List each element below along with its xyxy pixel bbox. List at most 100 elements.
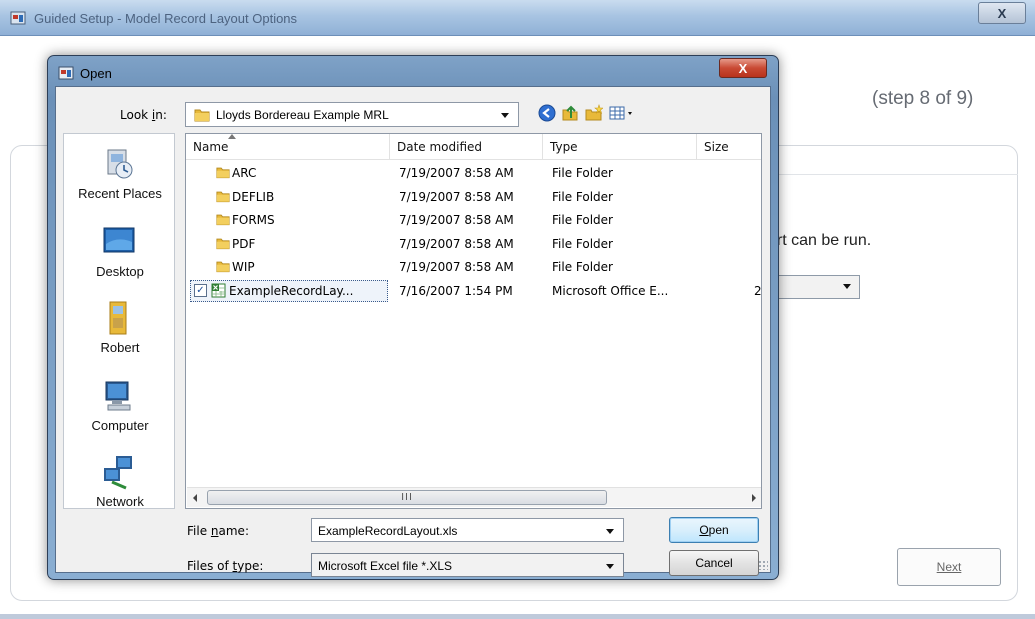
open-dialog-title: Open: [80, 66, 112, 81]
place-label: Desktop: [96, 264, 144, 279]
window-bottom-border: [0, 614, 1035, 619]
back-button[interactable]: [537, 104, 557, 124]
file-date: 7/19/2007 8:58 AM: [399, 190, 514, 204]
place-label: Network: [96, 494, 144, 509]
file-row-forms[interactable]: FORMS 7/19/2007 8:58 AM File Folder: [186, 209, 761, 231]
up-folder-icon: [561, 104, 579, 125]
column-name[interactable]: Name: [186, 134, 390, 160]
folder-icon: [216, 165, 230, 182]
chevron-down-icon: [606, 529, 614, 534]
file-name: WIP: [232, 260, 255, 274]
user-folder-icon: [102, 300, 136, 336]
folder-icon: [216, 259, 230, 276]
desktop-icon: [102, 224, 136, 260]
horizontal-scrollbar[interactable]: III: [187, 487, 761, 507]
column-type[interactable]: Type: [543, 134, 697, 160]
look-in-label: Look in:: [120, 108, 167, 122]
chevron-down-icon: [501, 113, 509, 118]
places-bar: Recent Places Desktop Robert Computer Ne…: [63, 133, 175, 509]
file-size: 2: [754, 284, 762, 298]
new-folder-button[interactable]: [584, 103, 604, 125]
file-date: 7/19/2007 8:58 AM: [399, 260, 514, 274]
file-date: 7/16/2007 1:54 PM: [399, 284, 513, 298]
scrollbar-thumb[interactable]: III: [207, 490, 607, 505]
place-computer[interactable]: Computer: [64, 378, 176, 456]
folder-icon: [216, 189, 230, 206]
file-row-wip[interactable]: WIP 7/19/2007 8:58 AM File Folder: [186, 256, 761, 278]
recent-places-icon: [102, 146, 136, 182]
chevron-down-icon: [843, 284, 851, 289]
file-type-label: Files of type:: [187, 559, 264, 573]
sort-ascending-icon: [228, 134, 236, 139]
place-label: Robert: [100, 340, 140, 355]
excel-file-icon: [211, 283, 226, 301]
scroll-grip: III: [401, 492, 413, 503]
place-label: Computer: [91, 418, 149, 433]
folder-icon: [194, 107, 210, 125]
guided-setup-title: Guided Setup - Model Record Layout Optio…: [34, 11, 298, 26]
column-label: Date modified: [397, 140, 483, 154]
file-name: PDF: [232, 237, 256, 251]
file-type: File Folder: [552, 237, 613, 251]
file-date: 7/19/2007 8:58 AM: [399, 166, 514, 180]
file-type-combo[interactable]: Microsoft Excel file *.XLS: [311, 553, 624, 577]
file-type: File Folder: [552, 260, 613, 274]
chevron-down-icon: [606, 564, 614, 569]
open-dialog-icon: [58, 65, 74, 81]
file-date: 7/19/2007 8:58 AM: [399, 237, 514, 251]
file-type: File Folder: [552, 166, 613, 180]
place-robert[interactable]: Robert: [64, 300, 176, 378]
new-folder-icon: [585, 103, 604, 125]
item-checkbox[interactable]: ✓: [194, 284, 207, 297]
file-name-value: ExampleRecordLayout.xls: [318, 524, 458, 538]
file-name: FORMS: [232, 213, 275, 227]
place-recent-places[interactable]: Recent Places: [64, 146, 176, 224]
cancel-button-label: Cancel: [695, 556, 733, 570]
scroll-right-icon[interactable]: [752, 494, 756, 502]
open-button-label: Open: [699, 523, 729, 537]
guided-setup-close-button[interactable]: X: [978, 2, 1026, 24]
options-panel-header: [770, 145, 1018, 175]
file-type: File Folder: [552, 190, 613, 204]
app-icon: [10, 10, 26, 26]
next-button[interactable]: Next: [897, 548, 1001, 586]
file-date: 7/19/2007 8:58 AM: [399, 213, 514, 227]
column-date-modified[interactable]: Date modified: [390, 134, 543, 160]
scroll-left-icon[interactable]: [193, 494, 197, 502]
computer-icon: [102, 378, 136, 414]
cancel-button[interactable]: Cancel: [669, 550, 759, 576]
report-description-text: ort can be run.: [768, 232, 872, 249]
resize-grip-icon[interactable]: [758, 560, 768, 570]
file-list[interactable]: Name Date modified Type Size ARC 7/19/20…: [185, 133, 762, 509]
place-desktop[interactable]: Desktop: [64, 224, 176, 302]
report-dropdown[interactable]: [770, 275, 860, 299]
look-in-combo[interactable]: Lloyds Bordereau Example MRL: [185, 102, 519, 127]
open-dialog-content: Look in: Lloyds Bordereau Example MRL Re…: [55, 86, 771, 577]
column-label: Size: [704, 140, 729, 154]
folder-icon: [216, 236, 230, 253]
file-row-pdf[interactable]: PDF 7/19/2007 8:58 AM File Folder: [186, 233, 761, 255]
column-size[interactable]: Size: [697, 134, 761, 160]
column-label: Name: [193, 140, 229, 154]
file-row-examplerecordlayout[interactable]: ✓ ExampleRecordLay... 7/16/2007 1:54 PM …: [186, 280, 761, 302]
network-icon: [102, 454, 136, 490]
guided-setup-titlebar: Guided Setup - Model Record Layout Optio…: [0, 0, 1035, 36]
open-button[interactable]: Open: [669, 517, 759, 543]
file-row-arc[interactable]: ARC 7/19/2007 8:58 AM File Folder: [186, 162, 761, 184]
file-name-combo[interactable]: ExampleRecordLayout.xls: [311, 518, 624, 542]
file-name-label: File name:: [187, 524, 249, 538]
file-type: File Folder: [552, 213, 613, 227]
file-row-deflib[interactable]: DEFLIB 7/19/2007 8:58 AM File Folder: [186, 186, 761, 208]
views-menu-button[interactable]: [608, 104, 638, 124]
place-network[interactable]: Network: [64, 454, 176, 532]
up-folder-button[interactable]: [560, 104, 580, 124]
file-type: Microsoft Office E...: [552, 284, 669, 298]
back-icon: [538, 104, 556, 125]
open-dialog-close-button[interactable]: X: [719, 58, 767, 78]
look-in-value: Lloyds Bordereau Example MRL: [216, 108, 389, 122]
column-header-row: Name Date modified Type Size: [186, 134, 761, 160]
file-type-value: Microsoft Excel file *.XLS: [318, 559, 453, 573]
file-name: ExampleRecordLay...: [229, 284, 354, 298]
open-dialog: Open X Look in: Lloyds Bordereau Example…: [47, 55, 779, 580]
file-name: DEFLIB: [232, 190, 275, 204]
